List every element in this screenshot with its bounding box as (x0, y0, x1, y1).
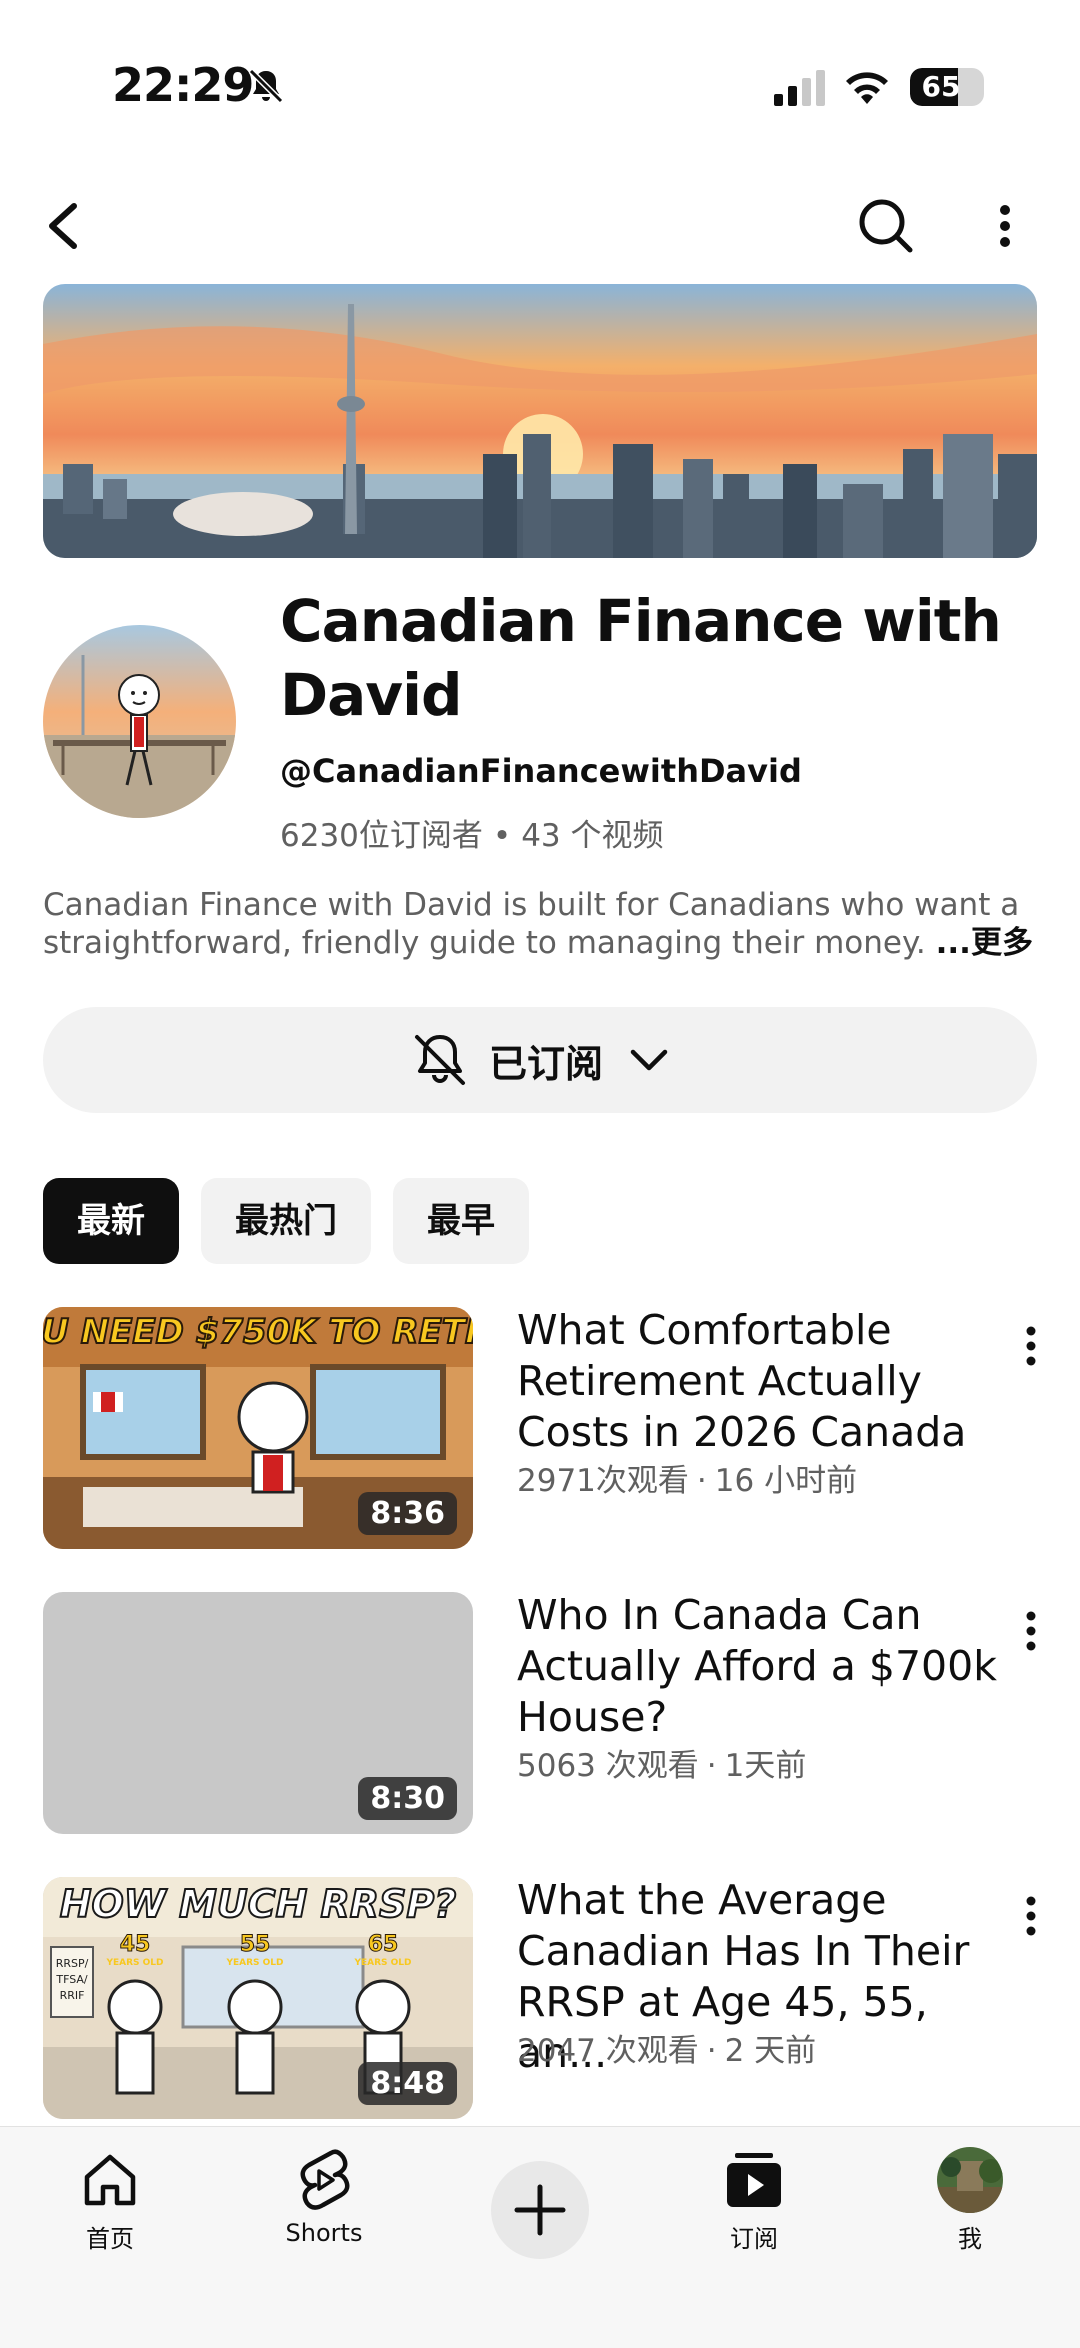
nav-me[interactable]: 我 (890, 2147, 1050, 2254)
avatar (937, 2147, 1003, 2213)
create-plus-icon (514, 2184, 566, 2236)
more-link[interactable]: ...更多 (936, 925, 1033, 961)
video-title[interactable]: What Comfortable Retirement Actually Cos… (517, 1305, 997, 1458)
upload-age: 16 小时前 (714, 1463, 858, 1499)
video-title[interactable]: Who In Canada Can Actually Afford a $700… (517, 1590, 997, 1743)
video-thumbnail[interactable]: YOU NEED $750K TO RETIRE 8:36 (43, 1307, 473, 1549)
back-icon[interactable] (38, 196, 88, 256)
view-count: 5063 次观看 (517, 1748, 699, 1784)
thumb-sign-line: RRSP/ (56, 1957, 89, 1970)
status-time: 22:29 (112, 58, 254, 112)
bell-off-icon (414, 1035, 465, 1085)
more-vert-icon[interactable] (990, 196, 1020, 256)
channel-name: Canadian Finance with David (280, 587, 1002, 729)
nav-home-label: 首页 (86, 2225, 134, 2253)
shorts-icon (300, 2149, 350, 2210)
video-item[interactable]: YOU NEED $750K TO RETIRE 8:36 What Comfo… (43, 1305, 1043, 1549)
description-text: Canadian Finance with David is built for… (43, 887, 1020, 961)
video-thumbnail[interactable]: 8:30 (43, 1592, 473, 1834)
nav-shorts[interactable]: Shorts (244, 2147, 404, 2247)
battery-level: 65 (921, 70, 961, 103)
upload-age: 2 天前 (724, 2033, 817, 2069)
video-item[interactable]: RRSP/ TFSA/ RRIF 45 55 65 YEARS OLD YEAR… (43, 1876, 1043, 2119)
thumb-age-label: 65 (368, 1932, 399, 1957)
chip-popular[interactable]: 最热门 (201, 1178, 371, 1264)
meta-separator: · (706, 1748, 717, 1784)
nav-me-label: 我 (958, 2225, 982, 2253)
wifi-icon (846, 72, 888, 104)
thumbnail-title: YOU NEED $750K TO RETIRE (43, 1312, 473, 1352)
channel-banner (43, 284, 1037, 558)
video-item[interactable]: 8:30 Who In Canada Can Actually Afford a… (43, 1590, 1043, 1834)
chip-oldest[interactable]: 最早 (393, 1178, 529, 1264)
view-count: 2047 次观看 (517, 2033, 699, 2069)
thumb-age-caption: YEARS OLD (353, 1958, 411, 1968)
subscribed-button[interactable]: 已订阅 (43, 1007, 1037, 1113)
thumb-sign-line: TFSA/ (55, 1973, 88, 1986)
sort-chips: 最新 最热门 最早 (43, 1178, 529, 1264)
bell-off-icon (248, 68, 284, 104)
signal-icon (774, 70, 825, 106)
video-more-icon[interactable] (1019, 1321, 1043, 1371)
bottom-navigation: 首页 Shorts 订阅 我 (0, 2126, 1080, 2348)
thumb-age-label: 55 (240, 1932, 271, 1957)
view-count: 2971次观看 (517, 1463, 689, 1499)
video-more-icon[interactable] (1019, 1606, 1043, 1656)
video-count: 43 个视频 (521, 818, 664, 854)
chip-latest[interactable]: 最新 (43, 1178, 179, 1264)
video-thumbnail[interactable]: RRSP/ TFSA/ RRIF 45 55 65 YEARS OLD YEAR… (43, 1877, 473, 2119)
video-duration: 8:30 (358, 1777, 457, 1820)
battery-icon: 65 (910, 68, 984, 106)
thumbnail-title: HOW MUCH RRSP? (60, 1882, 457, 1926)
nav-subscriptions[interactable]: 订阅 (674, 2147, 834, 2254)
video-duration: 8:48 (358, 2062, 457, 2105)
upload-age: 1天前 (724, 1748, 807, 1784)
thumb-sign-line: RRIF (60, 1989, 85, 2002)
thumb-age-label: 45 (120, 1932, 151, 1957)
meta-separator: · (706, 2033, 717, 2069)
channel-stats: 6230位订阅者 • 43 个视频 (280, 810, 664, 855)
video-meta: 5063 次观看 · 1天前 (517, 1740, 806, 1785)
nav-shorts-label: Shorts (285, 2219, 363, 2247)
video-meta: 2971次观看 · 16 小时前 (517, 1455, 857, 1500)
video-more-icon[interactable] (1019, 1891, 1043, 1941)
create-button[interactable] (491, 2161, 589, 2259)
search-icon[interactable] (856, 196, 916, 256)
nav-subscriptions-label: 订阅 (730, 2225, 778, 2253)
subscriber-count: 6230位订阅者 (280, 818, 483, 854)
channel-avatar[interactable] (43, 625, 236, 818)
home-icon (84, 2154, 136, 2206)
video-duration: 8:36 (358, 1492, 457, 1535)
video-meta: 2047 次观看 · 2 天前 (517, 2025, 816, 2070)
subscribed-label: 已订阅 (488, 1041, 603, 1086)
channel-handle: @CanadianFinancewithDavid (280, 752, 802, 790)
channel-description[interactable]: Canadian Finance with David is built for… (43, 886, 1043, 962)
subscriptions-icon (727, 2153, 781, 2207)
chevron-down-icon (630, 1049, 668, 1071)
thumb-age-caption: YEARS OLD (225, 1958, 283, 1968)
thumb-age-caption: YEARS OLD (105, 1958, 163, 1968)
stats-separator: • (492, 818, 512, 854)
nav-home[interactable]: 首页 (30, 2147, 190, 2254)
meta-separator: · (696, 1463, 707, 1499)
status-bar: 22:29 65 (0, 0, 1080, 160)
